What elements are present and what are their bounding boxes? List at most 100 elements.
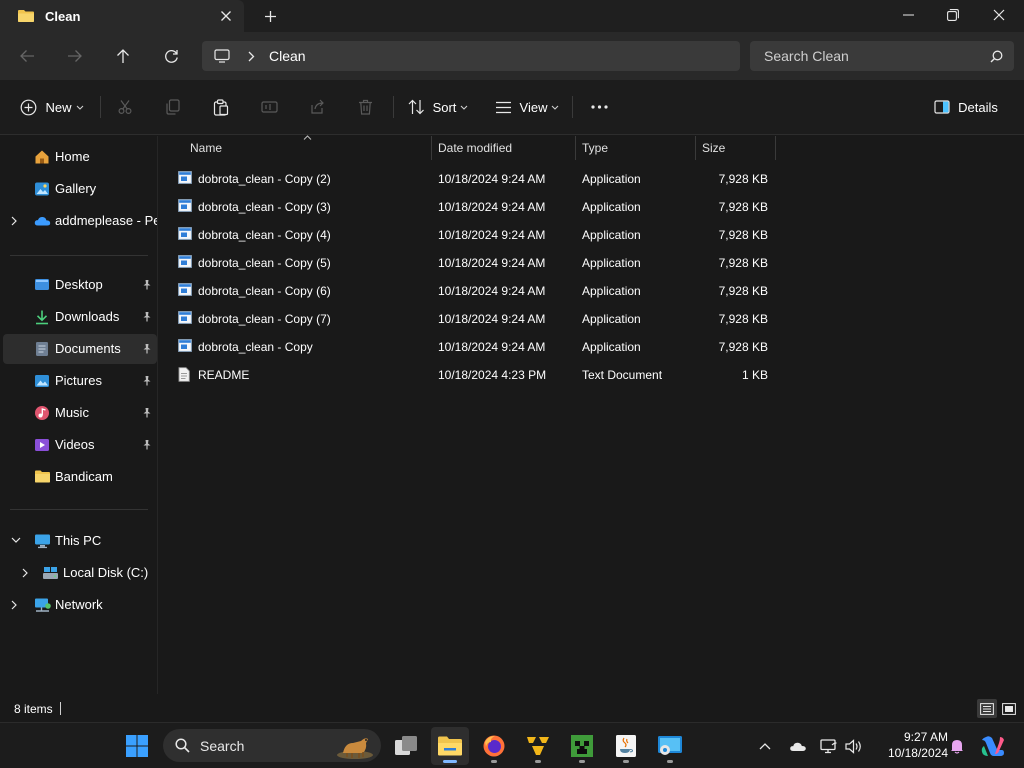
pin-icon[interactable] — [142, 311, 152, 322]
close-tab-icon[interactable] — [208, 0, 244, 32]
tray-onedrive[interactable] — [782, 727, 814, 765]
minecraft-icon — [570, 734, 594, 758]
search-icon[interactable] — [978, 50, 1014, 63]
chevron-down-icon — [76, 105, 84, 110]
minimize-button[interactable] — [885, 0, 931, 30]
notification-button[interactable] — [945, 727, 969, 765]
search-box[interactable]: Search Clean — [750, 41, 1014, 71]
chevron-down-icon[interactable] — [11, 537, 21, 543]
view-button[interactable]: View — [491, 92, 563, 122]
share-button[interactable] — [302, 92, 332, 122]
new-tab-button[interactable] — [256, 4, 284, 28]
sidebar-item-videos[interactable]: Videos — [3, 430, 157, 460]
file-row[interactable]: dobrota_clean - Copy (2) 10/18/2024 9:24 … — [173, 165, 773, 193]
breadcrumb-item[interactable]: Clean — [269, 48, 306, 64]
monitor-icon[interactable] — [214, 49, 230, 63]
show-hidden-icons-button[interactable] — [748, 727, 782, 765]
tray-volume[interactable] — [840, 727, 868, 765]
java-icon — [615, 734, 637, 758]
pin-icon[interactable] — [142, 343, 152, 354]
tiles-view-button[interactable] — [999, 699, 1019, 718]
pictures-icon — [34, 373, 50, 389]
sidebar-item-home[interactable]: Home — [3, 142, 157, 172]
pin-icon[interactable] — [142, 279, 152, 290]
paste-button[interactable] — [206, 92, 236, 122]
taskbar-minecraft[interactable] — [563, 727, 601, 765]
restore-button[interactable] — [930, 0, 976, 30]
rename-icon — [260, 99, 278, 115]
taskbar-search-box[interactable]: Search — [163, 729, 381, 762]
details-view-button[interactable] — [977, 699, 997, 718]
copilot-button[interactable] — [976, 727, 1010, 765]
start-button[interactable] — [118, 727, 156, 765]
file-row[interactable]: dobrota_clean - Copy 10/18/2024 9:24 AM Ap… — [173, 333, 773, 361]
file-row[interactable]: dobrota_clean - Copy (7) 10/18/2024 9:24 … — [173, 305, 773, 333]
sidebar-item-documents[interactable]: Documents — [3, 334, 157, 364]
forward-button[interactable] — [57, 40, 93, 72]
sidebar-item-gallery[interactable]: Gallery — [3, 174, 157, 204]
taskbar-app-1[interactable] — [519, 727, 557, 765]
address-bar[interactable]: Clean — [202, 41, 740, 71]
sort-button[interactable]: Sort — [403, 92, 473, 122]
file-row[interactable]: dobrota_clean - Copy (5) 10/18/2024 9:24 … — [173, 249, 773, 277]
sidebar-item-network[interactable]: Network — [3, 590, 157, 620]
pin-icon[interactable] — [142, 375, 152, 386]
file-row[interactable]: dobrota_clean - Copy (6) 10/18/2024 9:24 … — [173, 277, 773, 305]
taskbar-firefox[interactable] — [475, 727, 513, 765]
file-row[interactable]: dobrota_clean - Copy (3) 10/18/2024 9:24 … — [173, 193, 773, 221]
sidebar-item-label: Music — [55, 405, 89, 420]
chevron-right-icon[interactable] — [11, 600, 17, 610]
taskbar-java[interactable] — [607, 727, 645, 765]
new-button[interactable]: New — [12, 92, 92, 122]
clock[interactable]: 9:27 AM 10/18/2024 — [872, 729, 948, 761]
sidebar-item-music[interactable]: Music — [3, 398, 157, 428]
file-name: dobrota_clean - Copy — [198, 340, 313, 354]
up-button[interactable] — [105, 40, 141, 72]
sidebar-divider — [10, 255, 148, 256]
task-view-button[interactable] — [387, 727, 425, 765]
sidebar-item-this-pc[interactable]: This PC — [3, 526, 157, 556]
sidebar-item-label: Bandicam — [55, 469, 113, 484]
tab-clean[interactable]: Clean — [0, 0, 244, 32]
rename-button[interactable] — [254, 92, 284, 122]
chevron-right-icon[interactable] — [11, 216, 17, 226]
taskbar-app-2[interactable] — [651, 727, 689, 765]
details-pane-button[interactable]: Details — [930, 92, 1006, 122]
file-explorer-icon — [437, 735, 463, 757]
taskbar-file-explorer[interactable] — [431, 727, 469, 765]
status-divider — [60, 702, 61, 715]
search-input[interactable]: Search Clean — [764, 48, 978, 64]
file-name: README — [198, 368, 250, 382]
cut-button[interactable] — [110, 92, 140, 122]
delete-button[interactable] — [350, 92, 380, 122]
sidebar-item-pictures[interactable]: Pictures — [3, 366, 157, 396]
item-count: 8 items — [14, 702, 53, 716]
chevron-right-icon[interactable] — [22, 568, 28, 578]
column-size[interactable]: Size — [696, 136, 776, 160]
refresh-button[interactable] — [153, 40, 189, 72]
videos-icon — [34, 437, 50, 453]
pin-icon[interactable] — [142, 439, 152, 450]
file-size: 7,928 KB — [718, 200, 768, 214]
back-button[interactable] — [9, 40, 45, 72]
sidebar-item-onedrive[interactable]: addmeplease - Personal — [3, 206, 157, 236]
pin-icon[interactable] — [142, 407, 152, 418]
sidebar-item-downloads[interactable]: Downloads — [3, 302, 157, 332]
copilot-icon — [980, 734, 1006, 758]
copy-button[interactable] — [158, 92, 188, 122]
running-indicator — [579, 760, 585, 763]
file-row[interactable]: dobrota_clean - Copy (4) 10/18/2024 9:24 … — [173, 221, 773, 249]
column-date-modified[interactable]: Date modified — [432, 136, 576, 160]
close-window-button[interactable] — [976, 0, 1022, 30]
sidebar-item-bandicam[interactable]: Bandicam — [3, 462, 157, 492]
desktop-icon — [34, 277, 50, 293]
file-date: 10/18/2024 4:23 PM — [438, 368, 547, 382]
more-options-button[interactable] — [583, 92, 615, 122]
column-type[interactable]: Type — [576, 136, 696, 160]
file-list: Name Date modified Type Size dobrota_cle… — [159, 135, 1024, 694]
sidebar-item-desktop[interactable]: Desktop — [3, 270, 157, 300]
sidebar-item-local-disk[interactable]: Local Disk (C:) — [3, 558, 157, 588]
sidebar-item-label: Downloads — [55, 309, 120, 324]
chevron-right-icon[interactable] — [248, 51, 255, 62]
file-row[interactable]: README 10/18/2024 4:23 PM Text Document 1 K… — [173, 361, 773, 389]
